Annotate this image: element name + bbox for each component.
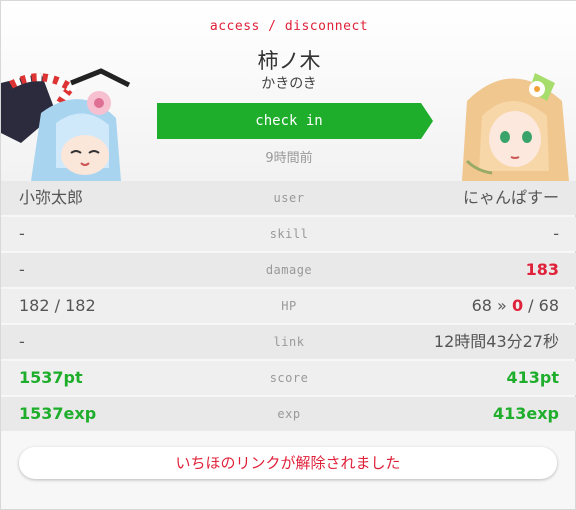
opponent-link-time: 12時間43分27秒 [433, 332, 559, 351]
opponent-hp-current: 0 [511, 296, 524, 315]
opponent-damage: 183 [525, 260, 559, 279]
row-exp: 1537exp exp 413exp [1, 397, 576, 431]
opponent-hp-max: / 68 [523, 296, 559, 315]
own-link: - [19, 332, 25, 351]
own-damage: - [19, 260, 25, 279]
link-released-message: いちほのリンクが解除されました [19, 447, 557, 479]
row-label-skill: skill [269, 227, 309, 241]
row-damage: - damage 183 [1, 253, 576, 287]
check-in-button[interactable]: check in [157, 103, 433, 139]
row-user: 小弥太郎 user にゃんぱすー [1, 181, 576, 215]
own-score: 1537pt [19, 368, 83, 387]
player-header: access / disconnect 柿ノ木 かきのき check in 9時… [1, 1, 576, 181]
row-skill: - skill - [1, 217, 576, 251]
row-label-exp: exp [277, 407, 301, 421]
right-character-avatar [457, 61, 575, 181]
row-hp: 182 / 182 HP 68 » 0 / 68 [1, 289, 576, 323]
row-label-link: link [273, 335, 305, 349]
own-hp: 182 / 182 [19, 296, 96, 315]
row-label-user: user [273, 191, 305, 205]
row-label-score: score [269, 371, 309, 385]
own-skill: - [19, 224, 25, 243]
opponent-exp: 413exp [492, 404, 559, 423]
row-label-damage: damage [265, 263, 313, 277]
row-score: 1537pt score 413pt [1, 361, 576, 395]
battle-panel: access / disconnect 柿ノ木 かきのき check in 9時… [0, 0, 576, 510]
opponent-score: 413pt [506, 368, 560, 387]
opponent-hp-before: 68 » [471, 296, 512, 315]
own-exp: 1537exp [19, 404, 97, 423]
opponent-hp: 68 » 0 / 68 [472, 289, 559, 323]
opponent-user-name: にゃんぱすー [462, 188, 559, 207]
own-user-name: 小弥太郎 [19, 188, 84, 207]
access-disconnect-link[interactable]: access / disconnect [1, 19, 576, 34]
row-link: - link 12時間43分27秒 [1, 325, 576, 359]
row-label-hp: HP [281, 299, 297, 313]
opponent-skill: - [553, 224, 559, 243]
stats-table: 小弥太郎 user にゃんぱすー - skill - - damage 183 … [1, 181, 576, 433]
